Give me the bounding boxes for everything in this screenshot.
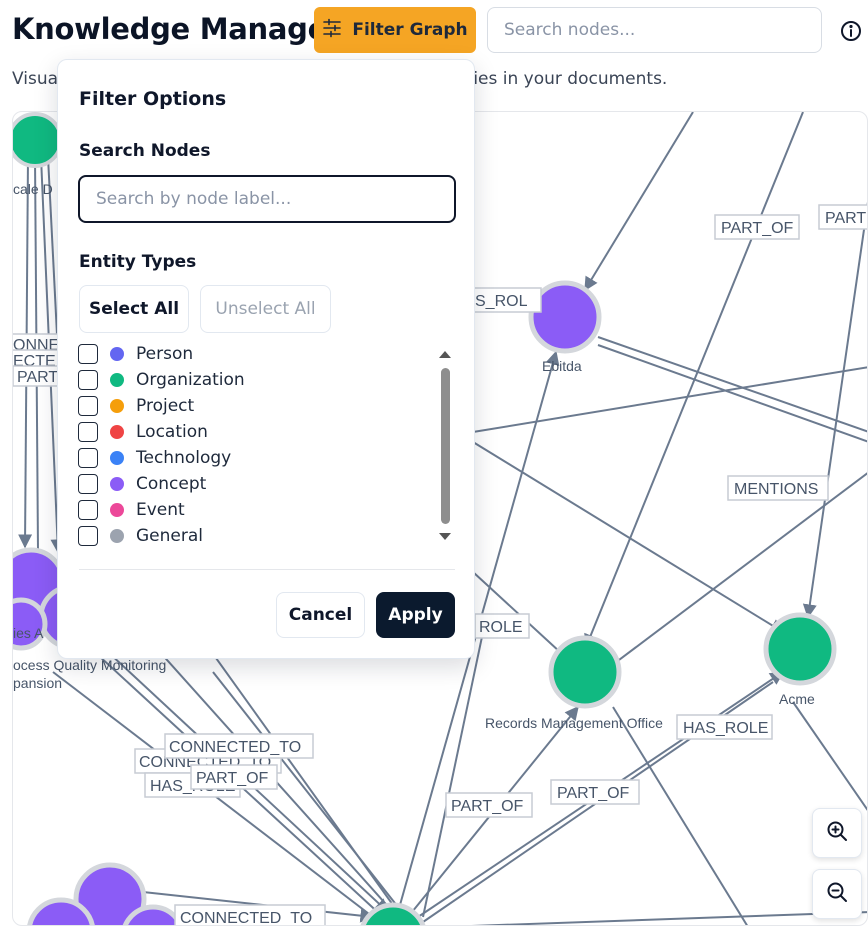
filter-graph-button[interactable]: Filter Graph	[314, 7, 476, 53]
search-nodes-heading: Search Nodes	[79, 141, 211, 161]
svg-text:PART_OF: PART_OF	[557, 785, 630, 802]
edge-label-left-3: PART	[13, 365, 60, 387]
entity-type-list[interactable]: Person Organization Project Location Tec…	[78, 342, 458, 552]
node-label-acme: Acme	[779, 691, 815, 707]
node-label-expansion: pansion	[13, 675, 62, 691]
zoom-in-icon	[826, 820, 848, 847]
checkbox[interactable]	[78, 448, 98, 468]
color-dot	[110, 399, 124, 413]
checkbox[interactable]	[78, 344, 98, 364]
svg-text:MENTIONS: MENTIONS	[734, 481, 818, 498]
entity-type-label: Location	[136, 422, 208, 442]
scroll-up-arrow-icon[interactable]	[439, 351, 451, 358]
node-acme[interactable]: Acme	[763, 612, 837, 707]
color-dot	[110, 347, 124, 361]
svg-text:PART_OF: PART_OF	[451, 798, 524, 815]
divider	[79, 569, 455, 570]
svg-text:HAS_ROLE: HAS_ROLE	[683, 720, 768, 737]
zoom-out-button[interactable]	[812, 869, 862, 919]
edge-label-mentions: MENTIONS	[727, 475, 829, 501]
scroll-down-arrow-icon[interactable]	[439, 533, 451, 540]
subtitle-left: Visua	[12, 69, 59, 89]
node-label-partial-top: cale D	[13, 181, 53, 197]
entity-type-label: Organization	[136, 370, 245, 390]
zoom-in-button[interactable]	[812, 808, 862, 858]
entity-type-organization[interactable]: Organization	[78, 368, 245, 392]
filter-options-panel: Filter Options Search Nodes Entity Types…	[57, 59, 475, 659]
checkbox[interactable]	[78, 500, 98, 520]
checkbox[interactable]	[78, 526, 98, 546]
edge-label-role: ROLE	[474, 613, 530, 639]
color-dot	[110, 373, 124, 387]
cancel-button[interactable]: Cancel	[276, 592, 365, 638]
svg-text:PART_OF: PART_OF	[721, 220, 794, 237]
node-top-left[interactable]	[13, 112, 63, 168]
edge-label-connected-to-2: CONNECTED_TO	[164, 733, 314, 759]
unselect-all-button[interactable]: Unselect All	[200, 285, 331, 333]
edge-label-has-role-top: S_ROL	[470, 287, 542, 313]
edge-label-part-of: PART_OF	[714, 214, 800, 240]
filter-graph-label: Filter Graph	[352, 20, 468, 40]
edge-label-part-of-2: PART_OF	[190, 764, 278, 790]
node-records-management[interactable]: Records Management Office	[485, 635, 663, 731]
edge-label-part: PART	[818, 204, 867, 230]
color-dot	[110, 425, 124, 439]
scrollbar-thumb[interactable]	[441, 368, 450, 524]
zoom-out-icon	[826, 881, 848, 908]
node-cluster-bottom[interactable]	[27, 862, 184, 926]
checkbox[interactable]	[78, 370, 98, 390]
edge-label-part-of-4: PART_OF	[550, 779, 640, 805]
edge-label-has-role-right: HAS_ROLE	[676, 714, 773, 740]
filter-options-title: Filter Options	[79, 88, 227, 110]
node-label-search-input[interactable]	[78, 175, 456, 223]
checkbox[interactable]	[78, 474, 98, 494]
entity-type-label: Event	[136, 500, 185, 520]
entity-type-event[interactable]: Event	[78, 498, 185, 522]
entity-type-label: Project	[136, 396, 195, 416]
entity-type-general[interactable]: General	[78, 524, 203, 548]
search-nodes-input[interactable]	[487, 7, 822, 53]
entity-type-label: Concept	[136, 474, 207, 494]
checkbox[interactable]	[78, 396, 98, 416]
color-dot	[110, 451, 124, 465]
node-label-ebitda: Ebitda	[542, 358, 582, 374]
node-label-partial-left: ies A	[13, 625, 44, 641]
edge-label-connected-to-3: CONNECTED_TO	[174, 904, 326, 926]
entity-type-label: Person	[136, 344, 194, 364]
svg-text:PART: PART	[825, 210, 866, 227]
entity-type-label: General	[136, 526, 203, 546]
svg-text:ROLE: ROLE	[479, 619, 523, 636]
entity-type-location[interactable]: Location	[78, 420, 208, 444]
color-dot	[110, 477, 124, 491]
entity-type-technology[interactable]: Technology	[78, 446, 231, 470]
svg-text:PART_OF: PART_OF	[196, 770, 269, 787]
info-icon[interactable]	[840, 20, 862, 42]
svg-text:S_ROL: S_ROL	[475, 293, 528, 310]
node-label-process: ocess Quality Monitoring	[13, 657, 166, 673]
node-label-records: Records Management Office	[485, 715, 663, 731]
color-dot	[110, 529, 124, 543]
checkbox[interactable]	[78, 422, 98, 442]
svg-text:CONNECTED_TO: CONNECTED_TO	[180, 910, 312, 926]
edge-label-part-of-3: PART_OF	[445, 792, 533, 818]
entity-type-concept[interactable]: Concept	[78, 472, 206, 496]
entity-list-scrollbar[interactable]	[439, 349, 451, 545]
select-all-button[interactable]: Select All	[79, 285, 189, 333]
page-title: Knowledge Manager	[12, 12, 341, 46]
svg-text:CONNECTED_TO: CONNECTED_TO	[169, 739, 301, 756]
entity-types-heading: Entity Types	[79, 252, 197, 272]
entity-type-person[interactable]: Person	[78, 342, 193, 366]
apply-button[interactable]: Apply	[376, 592, 455, 638]
sliders-icon	[322, 18, 342, 43]
color-dot	[110, 503, 124, 517]
entity-type-project[interactable]: Project	[78, 394, 194, 418]
entity-type-label: Technology	[136, 448, 232, 468]
svg-text:PART: PART	[17, 369, 58, 386]
